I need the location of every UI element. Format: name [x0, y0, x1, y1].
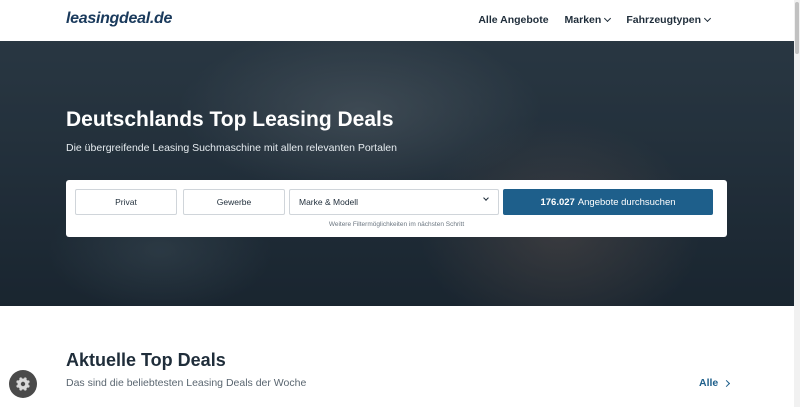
segment-privat-button[interactable]: Privat	[75, 189, 177, 215]
segment-gewerbe-button[interactable]: Gewerbe	[183, 189, 285, 215]
nav-vehicle-types-label: Fahrzeugtypen	[626, 14, 701, 26]
site-logo[interactable]: leasingdeal.de	[66, 10, 172, 28]
chevron-right-icon	[723, 379, 731, 387]
chevron-down-icon	[703, 14, 712, 23]
brand-model-select[interactable]: Marke & Modell	[289, 189, 499, 215]
nav-brands[interactable]: Marken	[564, 14, 612, 26]
nav-brands-label: Marken	[564, 14, 602, 26]
hero-subtitle: Die übergreifende Leasing Suchmaschine m…	[66, 142, 397, 154]
search-offers-button[interactable]: 176.027 Angebote durchsuchen	[503, 189, 713, 215]
hero-title: Deutschlands Top Leasing Deals	[66, 108, 394, 131]
search-offers-label: Angebote durchsuchen	[577, 196, 676, 208]
site-header: leasingdeal.de Alle Angebote Marken Fahr…	[0, 0, 794, 41]
section-title: Aktuelle Top Deals	[66, 350, 226, 370]
cookie-settings-button[interactable]	[9, 370, 37, 398]
page-scrollbar[interactable]	[794, 0, 800, 407]
nav-vehicle-types[interactable]: Fahrzeugtypen	[626, 14, 712, 26]
main-nav: Alle Angebote Marken Fahrzeugtypen	[478, 14, 712, 26]
scrollbar-thumb[interactable]	[795, 2, 799, 54]
brand-model-select-value: Marke & Modell	[299, 197, 359, 207]
all-deals-link[interactable]: Alle	[699, 377, 731, 389]
all-deals-link-label: Alle	[699, 377, 719, 389]
cookie-icon	[14, 375, 32, 393]
filter-note: Weitere Filtermöglichkeiten im nächsten …	[328, 221, 465, 228]
hero-banner: Deutschlands Top Leasing Deals Die überg…	[0, 41, 794, 306]
section-subtitle: Das sind die beliebtesten Leasing Deals …	[66, 377, 307, 389]
nav-all-offers-label: Alle Angebote	[478, 14, 549, 26]
search-panel: Privat Gewerbe Marke & Modell 176.027 An…	[66, 180, 727, 237]
chevron-down-icon	[483, 195, 489, 201]
nav-all-offers[interactable]: Alle Angebote	[478, 14, 548, 26]
offer-count: 176.027	[540, 196, 575, 208]
chevron-down-icon	[604, 14, 612, 23]
